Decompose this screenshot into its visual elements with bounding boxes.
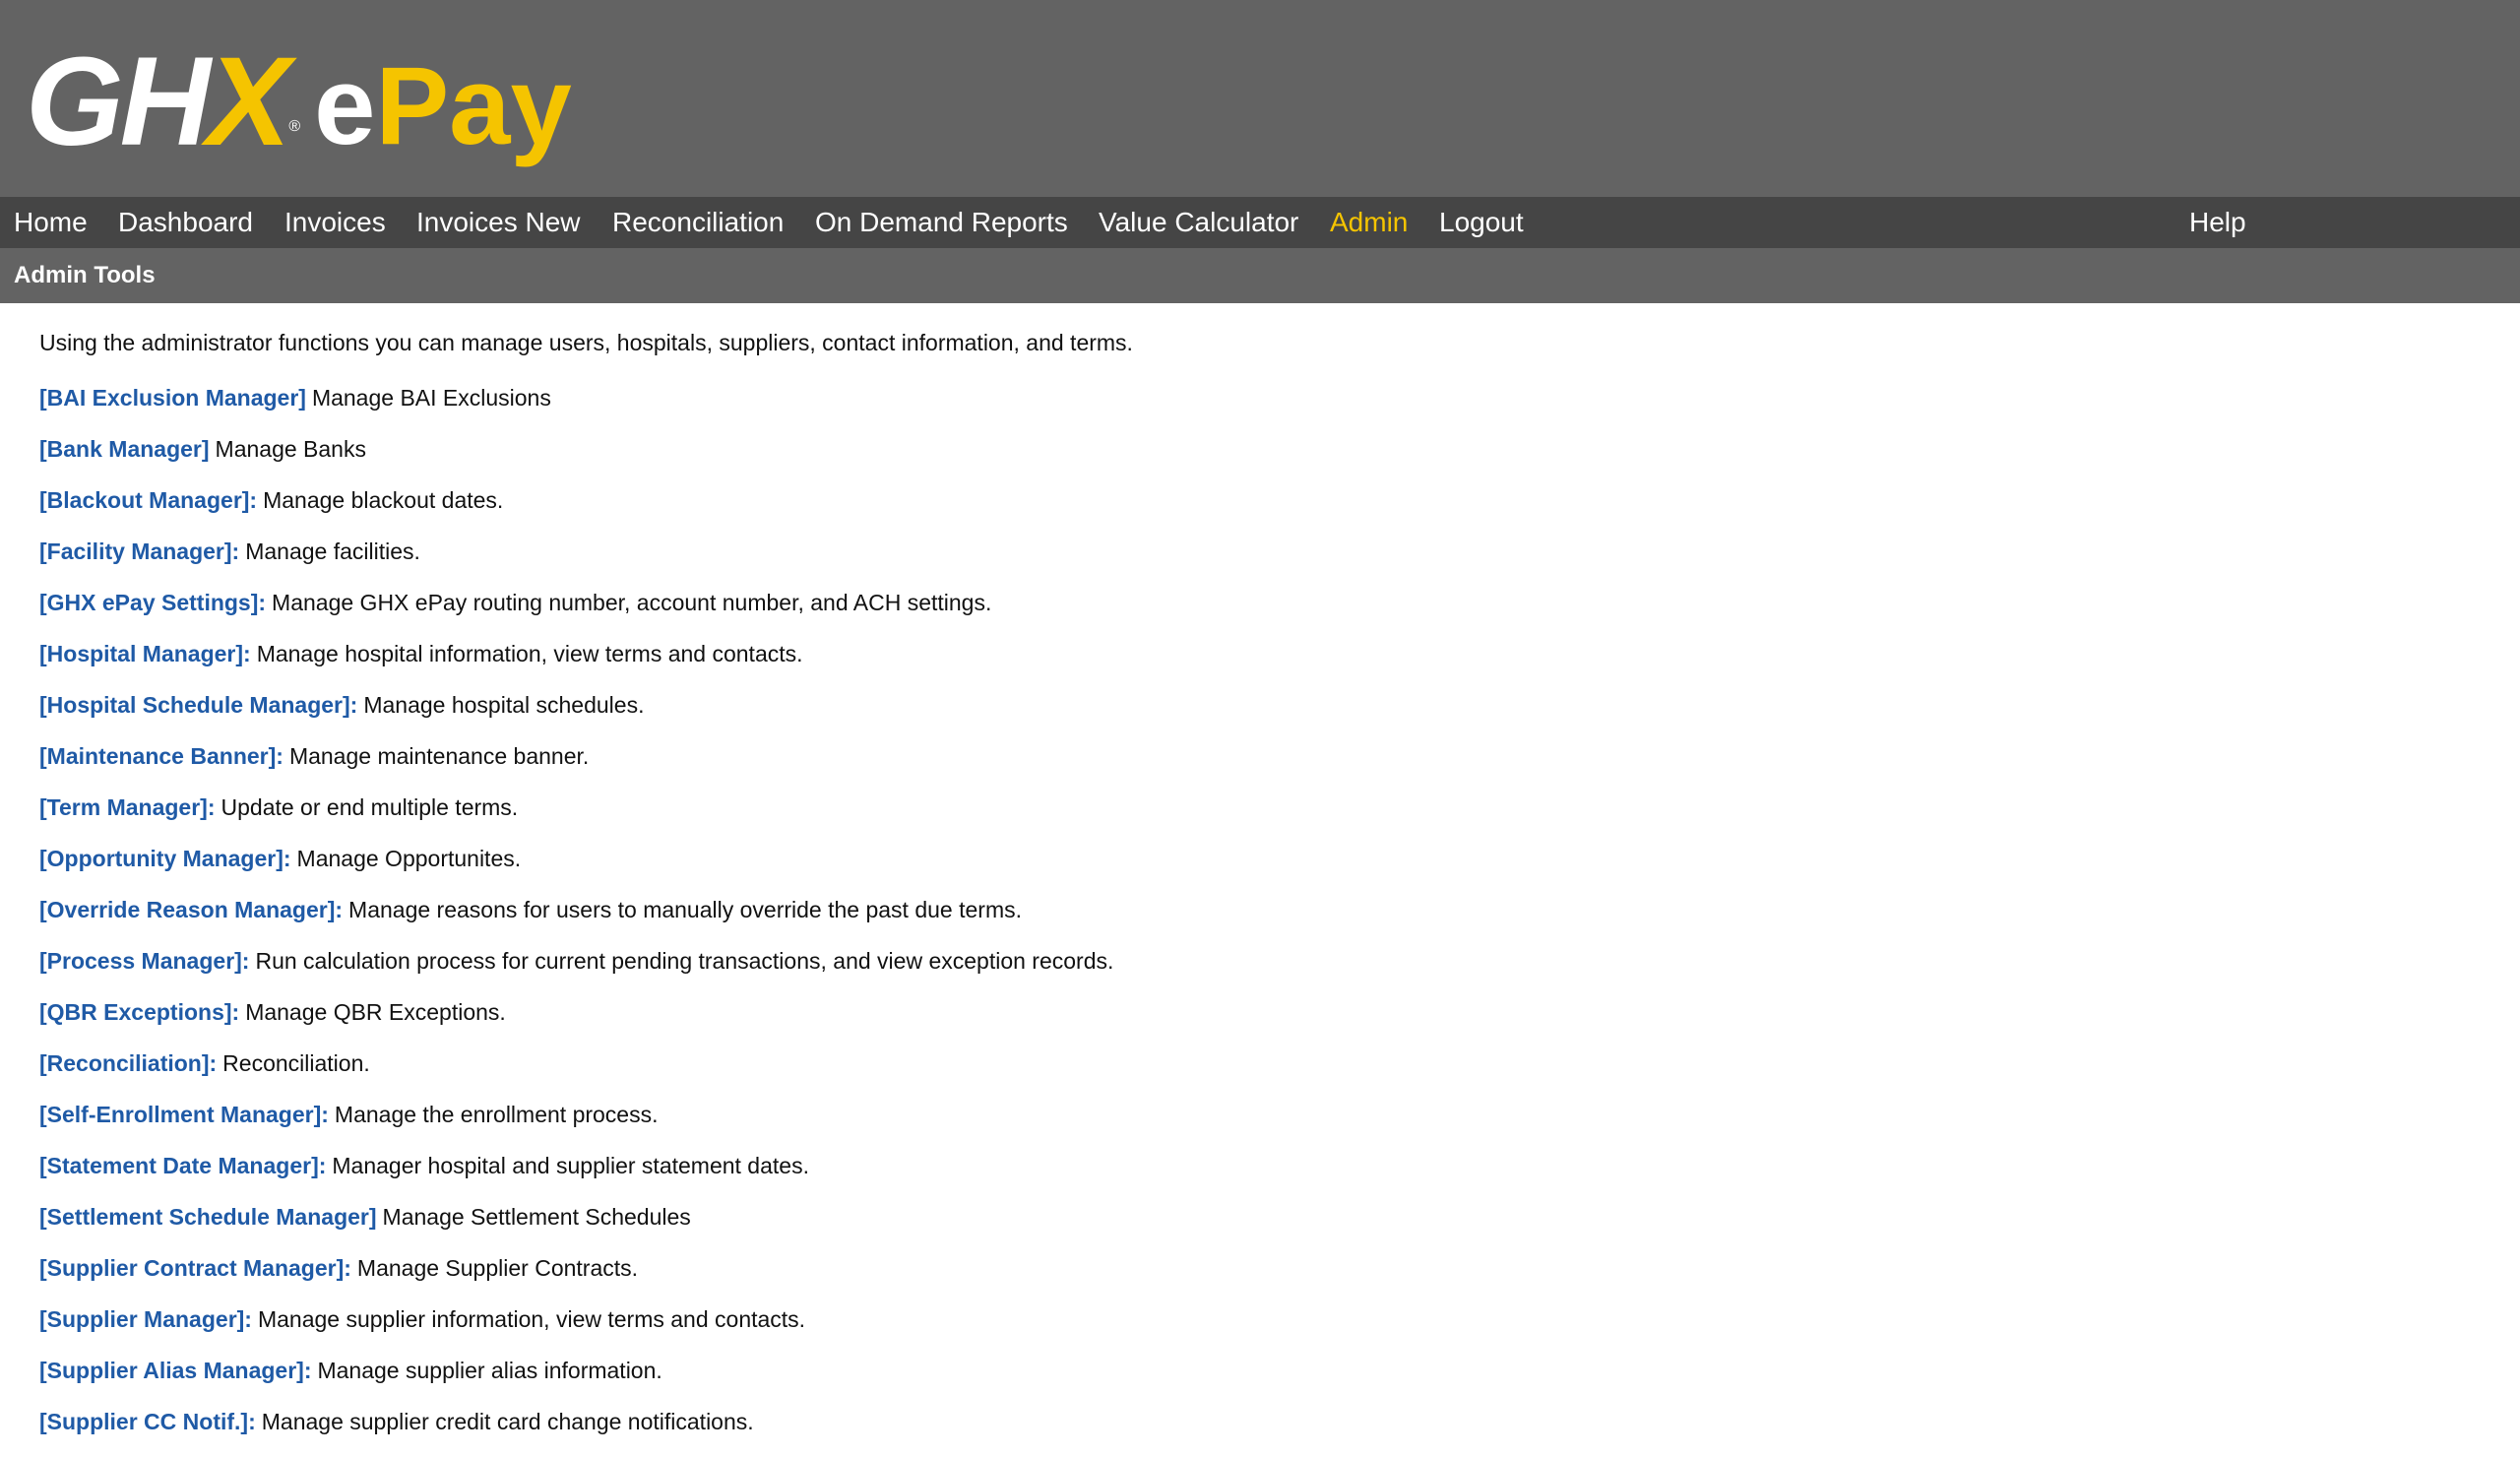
tool-row: [Supplier Alias Manager]: Manage supplier… (39, 1355, 2481, 1406)
tool-description: Manage reasons for users to manually ove… (348, 897, 1022, 922)
statement-date-manager-link[interactable]: [Statement Date Manager]: (39, 1153, 326, 1178)
nav-admin[interactable]: Admin (1330, 197, 1408, 248)
settlement-schedule-manager-link[interactable]: [Settlement Schedule Manager] (39, 1204, 377, 1230)
logo-ghx-text: GHX (26, 32, 290, 172)
nav-logout[interactable]: Logout (1439, 197, 1524, 248)
tool-row: [Maintenance Banner]: Manage maintenance … (39, 740, 2481, 792)
nav-help[interactable]: Help (2189, 197, 2246, 248)
nav-on-demand-reports[interactable]: On Demand Reports (815, 197, 1068, 248)
nav-value-calculator[interactable]: Value Calculator (1099, 197, 1298, 248)
admin-tools-content: Using the administrator functions you ca… (39, 327, 2481, 1457)
maintenance-banner-link[interactable]: [Maintenance Banner]: (39, 743, 284, 769)
tool-row: [Supplier Contract Manager]: Manage Suppl… (39, 1252, 2481, 1303)
blackout-manager-link[interactable]: [Blackout Manager]: (39, 487, 257, 513)
tool-row: [Self-Enrollment Manager]: Manage the enr… (39, 1099, 2481, 1150)
logo-pay-text: Pay (375, 44, 572, 167)
tool-row: [Process Manager]: Run calculation proces… (39, 945, 2481, 996)
tool-row: [Statement Date Manager]: Manager hospita… (39, 1150, 2481, 1201)
tool-row: [BAI Exclusion Manager] Manage BAI Exclus… (39, 382, 2481, 433)
tool-description: Manage BAI Exclusions (311, 385, 551, 411)
tool-description: Manage Banks (215, 436, 366, 462)
tool-row: [Bank Manager] Manage Banks (39, 433, 2481, 484)
tool-row: [Blackout Manager]: Manage blackout dates… (39, 484, 2481, 536)
tool-description: Manage the enrollment process. (334, 1102, 659, 1127)
override-reason-manager-link[interactable]: [Override Reason Manager]: (39, 897, 343, 922)
supplier-alias-manager-link[interactable]: [Supplier Alias Manager]: (39, 1358, 311, 1383)
nav-invoices[interactable]: Invoices (284, 197, 386, 248)
tool-row: [Reconciliation]: Reconciliation. (39, 1047, 2481, 1099)
tool-row: [Term Manager]: Update or end multiple te… (39, 792, 2481, 843)
page-title: Admin Tools (14, 262, 156, 288)
tool-description: Manage hospital schedules. (363, 692, 645, 718)
tool-row: [GHX ePay Settings]: Manage GHX ePay rout… (39, 587, 2481, 638)
supplier-contract-manager-link[interactable]: [Supplier Contract Manager]: (39, 1255, 351, 1281)
tool-description: Reconciliation. (222, 1050, 370, 1076)
registered-mark: ® (288, 118, 301, 135)
hospital-schedule-manager-link[interactable]: [Hospital Schedule Manager]: (39, 692, 357, 718)
ghx-epay-logo[interactable]: GHX ® e Pay (26, 28, 572, 165)
tool-row: [Opportunity Manager]: Manage Opportunite… (39, 843, 2481, 894)
tool-description: Update or end multiple terms. (220, 794, 519, 820)
tool-row: [Hospital Manager]: Manage hospital infor… (39, 638, 2481, 689)
tool-description: Manage Supplier Contracts. (356, 1255, 639, 1281)
tool-row: [Settlement Schedule Manager] Manage Sett… (39, 1201, 2481, 1252)
tool-description: Manage QBR Exceptions. (245, 999, 506, 1025)
tool-description: Manage supplier credit card change notif… (261, 1409, 754, 1434)
tool-row: [QBR Exceptions]: Manage QBR Exceptions. (39, 996, 2481, 1047)
app-header: GHX ® e Pay (0, 0, 2520, 197)
tool-description: Manager hospital and supplier statement … (332, 1153, 809, 1178)
tool-description: Manage maintenance banner. (288, 743, 590, 769)
bai-exclusion-manager-link[interactable]: [BAI Exclusion Manager] (39, 385, 306, 411)
tool-description: Manage Settlement Schedules (382, 1204, 691, 1230)
tool-description: Manage hospital information, view terms … (256, 641, 803, 666)
tool-row: [Override Reason Manager]: Manage reasons… (39, 894, 2481, 945)
bank-manager-link[interactable]: [Bank Manager] (39, 436, 210, 462)
logo-e-text: e (314, 44, 376, 167)
ghx-epay-settings-link[interactable]: [GHX ePay Settings]: (39, 590, 266, 615)
supplier-cc-notif-link[interactable]: [Supplier CC Notif.]: (39, 1409, 256, 1434)
tool-description: Run calculation process for current pend… (255, 948, 1114, 974)
nav-dashboard[interactable]: Dashboard (118, 197, 253, 248)
supplier-manager-link[interactable]: [Supplier Manager]: (39, 1306, 252, 1332)
opportunity-manager-link[interactable]: [Opportunity Manager]: (39, 846, 291, 871)
tool-row: [Supplier Manager]: Manage supplier infor… (39, 1303, 2481, 1355)
admin-tools-bar: Admin Tools (0, 248, 2520, 303)
tool-row: [Facility Manager]: Manage facilities. (39, 536, 2481, 587)
intro-text: Using the administrator functions you ca… (39, 330, 1133, 355)
process-manager-link[interactable]: [Process Manager]: (39, 948, 249, 974)
qbr-exceptions-link[interactable]: [QBR Exceptions]: (39, 999, 239, 1025)
facility-manager-link[interactable]: [Facility Manager]: (39, 538, 239, 564)
tool-description: Manage blackout dates. (263, 487, 504, 513)
tool-description: Manage supplier information, view terms … (257, 1306, 806, 1332)
reconciliation-link[interactable]: [Reconciliation]: (39, 1050, 217, 1076)
tool-description: Manage supplier alias information. (317, 1358, 662, 1383)
tool-description: Manage facilities. (245, 538, 420, 564)
nav-reconciliation[interactable]: Reconciliation (612, 197, 784, 248)
self-enrollment-manager-link[interactable]: [Self-Enrollment Manager]: (39, 1102, 329, 1127)
tool-row: [Hospital Schedule Manager]: Manage hospi… (39, 689, 2481, 740)
tool-description: Manage GHX ePay routing number, account … (272, 590, 992, 615)
tool-description: Manage Opportunites. (296, 846, 522, 871)
hospital-manager-link[interactable]: [Hospital Manager]: (39, 641, 251, 666)
tool-row: [Supplier CC Notif.]: Manage supplier cre… (39, 1406, 2481, 1457)
main-nav: Home Dashboard Invoices Invoices New Rec… (0, 197, 2520, 248)
nav-invoices-new[interactable]: Invoices New (416, 197, 581, 248)
nav-home[interactable]: Home (14, 197, 88, 248)
term-manager-link[interactable]: [Term Manager]: (39, 794, 216, 820)
